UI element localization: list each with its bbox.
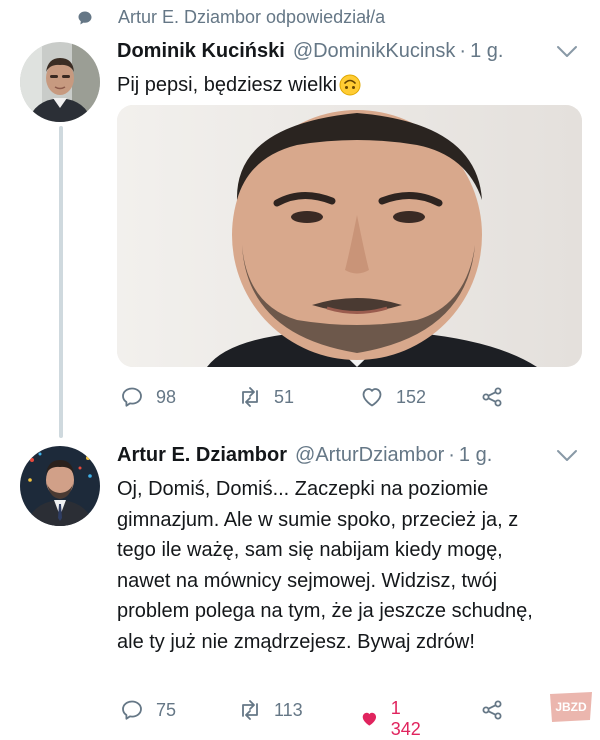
avatar[interactable] <box>20 42 100 122</box>
avatar[interactable] <box>20 446 100 526</box>
share-button[interactable] <box>480 698 504 722</box>
reply-icon <box>122 387 142 407</box>
author-name[interactable]: Dominik Kuciński <box>117 40 285 63</box>
like-count: 1 342 <box>390 698 421 739</box>
heart-icon <box>362 388 382 407</box>
retweet-button[interactable]: 113 <box>238 698 303 722</box>
reply-button[interactable]: 75 <box>120 698 176 722</box>
reply-count: 98 <box>156 386 177 407</box>
tweet-timestamp[interactable]: 1 g. <box>459 444 492 467</box>
share-icon <box>482 387 502 407</box>
retweet-count: 51 <box>274 386 295 407</box>
reply-icon <box>122 700 142 720</box>
comment-bubble-icon <box>78 11 92 25</box>
like-count: 152 <box>396 386 427 407</box>
retweet-count: 113 <box>274 699 303 720</box>
chevron-down-icon[interactable] <box>556 449 578 463</box>
jbzd-watermark: JBZD <box>550 692 592 722</box>
reply-button[interactable]: 98 <box>120 385 176 409</box>
reply-context-text: Artur E. Dziambor odpowiedział/a <box>118 6 386 27</box>
separator-dot: · <box>448 444 455 466</box>
author-name[interactable]: Artur E. Dziambor <box>117 444 287 467</box>
reply-context: Artur E. Dziambor odpowiedział/a <box>78 4 386 30</box>
tweet-timestamp[interactable]: 1 g. <box>470 40 503 63</box>
reply-count: 75 <box>156 699 177 720</box>
like-button[interactable]: 152 <box>360 385 426 409</box>
share-button[interactable] <box>480 385 504 409</box>
retweet-icon <box>242 387 258 407</box>
heart-filled-icon <box>362 712 377 726</box>
tweet-text: Pij pepsi, będziesz wielki <box>117 70 361 101</box>
chevron-down-icon[interactable] <box>556 45 578 59</box>
author-handle[interactable]: @ArturDziambor <box>295 444 444 467</box>
tweet-text-content: Pij pepsi, będziesz wielki <box>117 74 338 96</box>
separator-dot: · <box>459 40 467 62</box>
retweet-icon <box>242 700 258 720</box>
retweet-button[interactable]: 51 <box>238 385 294 409</box>
tweet-text: Oj, Domiś, Domiś... Zaczepki na poziomie… <box>117 478 533 653</box>
like-button[interactable]: 1 342 <box>360 698 426 740</box>
share-icon <box>482 700 502 720</box>
thread-connector-line <box>59 126 63 438</box>
tweet-header: Dominik Kuciński @DominikKucinsk · 1 g. <box>117 40 503 63</box>
watermark-text: JBZD <box>555 700 587 714</box>
author-handle[interactable]: @DominikKucinsk <box>293 40 456 63</box>
tweet-header: Artur E. Dziambor @ArturDziambor · 1 g. <box>117 444 492 467</box>
tweet-photo[interactable] <box>117 105 582 367</box>
upside-down-face-emoji <box>339 74 361 96</box>
